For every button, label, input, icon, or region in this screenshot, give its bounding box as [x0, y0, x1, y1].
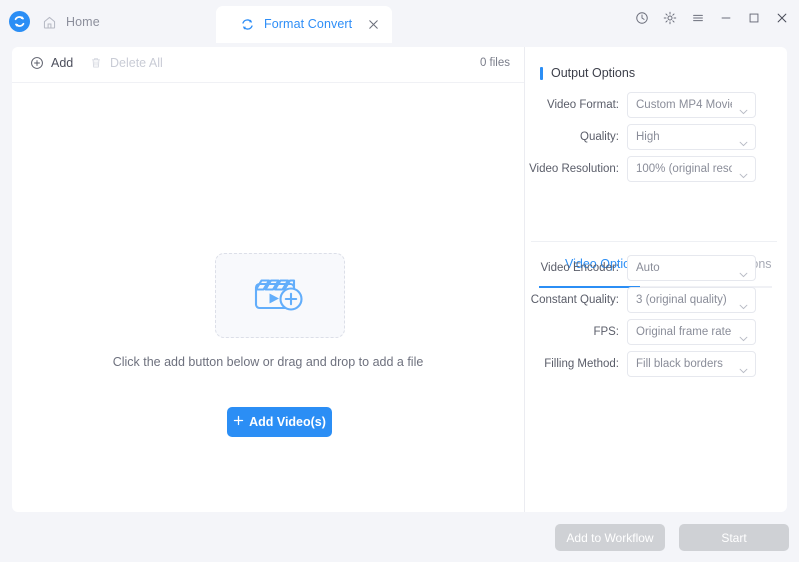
tab-format-convert[interactable]: Format Convert: [216, 6, 392, 43]
accent-bar: [540, 66, 543, 80]
video-encoder-select[interactable]: Auto: [627, 255, 756, 281]
chevron-down-icon: [739, 134, 748, 147]
plus-circle-icon: [30, 56, 44, 70]
field-fps: FPS: Original frame rate: [525, 319, 788, 345]
tab-label: Format Convert: [264, 17, 353, 31]
video-format-select[interactable]: Custom MP4 Movie(...: [627, 92, 756, 118]
trash-icon: [89, 56, 103, 70]
field-video-encoder: Video Encoder: Auto: [525, 255, 788, 281]
video-resolution-value: 100% (original resol...: [636, 163, 732, 175]
chevron-down-icon: [739, 265, 748, 278]
home-icon: [42, 15, 57, 30]
chevron-down-icon: [739, 297, 748, 310]
history-clock-icon[interactable]: [635, 11, 649, 25]
sync-refresh-icon: [240, 17, 255, 32]
chevron-down-icon: [739, 102, 748, 115]
add-videos-button[interactable]: Add Video(s): [227, 407, 332, 437]
fps-value: Original frame rate: [636, 326, 732, 338]
start-button[interactable]: Start: [679, 524, 789, 551]
delete-all-button[interactable]: Delete All: [89, 56, 163, 70]
options-panel: Output Options Video Format: Custom MP4 …: [524, 47, 787, 512]
dropzone-hint: Click the add button below or drag and d…: [112, 355, 424, 369]
field-video-resolution: Video Resolution: 100% (original resol..…: [525, 156, 788, 182]
constant-quality-value: 3 (original quality): [636, 294, 727, 306]
delete-all-label: Delete All: [110, 56, 163, 70]
video-resolution-label: Video Resolution:: [529, 163, 619, 175]
video-encoder-label: Video Encoder:: [540, 262, 619, 274]
menu-hamburger-icon[interactable]: [691, 11, 705, 25]
fps-select[interactable]: Original frame rate: [627, 319, 756, 345]
home-nav-item[interactable]: Home: [42, 12, 100, 32]
settings-gear-icon[interactable]: [663, 11, 677, 25]
video-format-label: Video Format:: [546, 99, 619, 111]
quality-value: High: [636, 131, 660, 143]
window-controls: [635, 11, 789, 25]
field-constant-quality: Constant Quality: 3 (original quality): [525, 287, 788, 313]
constant-quality-label: Constant Quality:: [530, 294, 619, 306]
home-label: Home: [66, 15, 100, 29]
filling-method-value: Fill black borders: [636, 358, 723, 370]
chevron-down-icon: [739, 166, 748, 179]
files-count: 0 files: [479, 57, 510, 69]
close-window-icon[interactable]: [775, 11, 789, 25]
output-options-label: Output Options: [551, 66, 636, 80]
maximize-icon[interactable]: [747, 11, 761, 25]
add-button[interactable]: Add: [30, 56, 73, 70]
video-resolution-select[interactable]: 100% (original resol...: [627, 156, 756, 182]
chevron-down-icon: [739, 329, 748, 342]
fps-label: FPS:: [593, 326, 619, 338]
output-options-title: Output Options: [540, 66, 635, 80]
filling-method-select[interactable]: Fill black borders: [627, 351, 756, 377]
app-logo-icon: [9, 11, 30, 32]
title-bar: Home Format Convert: [0, 0, 799, 43]
file-list-card: Add Delete All 0 files Click the add but…: [12, 47, 524, 512]
file-list-toolbar: Add Delete All 0 files: [12, 47, 524, 83]
field-filling-method: Filling Method: Fill black borders: [525, 351, 788, 377]
video-format-value: Custom MP4 Movie(...: [636, 99, 732, 111]
app-window: Home Format Convert Add Delete All 0 fil…: [0, 0, 799, 562]
panel-divider: [531, 241, 777, 242]
quality-select[interactable]: High: [627, 124, 756, 150]
constant-quality-select[interactable]: 3 (original quality): [627, 287, 756, 313]
plus-icon: [233, 415, 244, 429]
add-videos-button-label: Add Video(s): [249, 415, 326, 429]
clapperboard-add-icon: [249, 268, 311, 323]
close-icon[interactable]: [366, 17, 381, 32]
add-button-label: Add: [51, 56, 74, 70]
chevron-down-icon: [739, 361, 748, 374]
footer-actions: Add to Workflow Start: [524, 512, 799, 562]
minimize-icon[interactable]: [719, 11, 733, 25]
video-encoder-value: Auto: [636, 262, 660, 274]
filling-method-label: Filling Method:: [544, 358, 619, 370]
add-to-workflow-button[interactable]: Add to Workflow: [555, 524, 665, 551]
field-video-format: Video Format: Custom MP4 Movie(...: [525, 92, 788, 118]
field-quality: Quality: High: [525, 124, 788, 150]
file-dropzone[interactable]: [215, 253, 345, 338]
quality-label: Quality:: [580, 131, 619, 143]
